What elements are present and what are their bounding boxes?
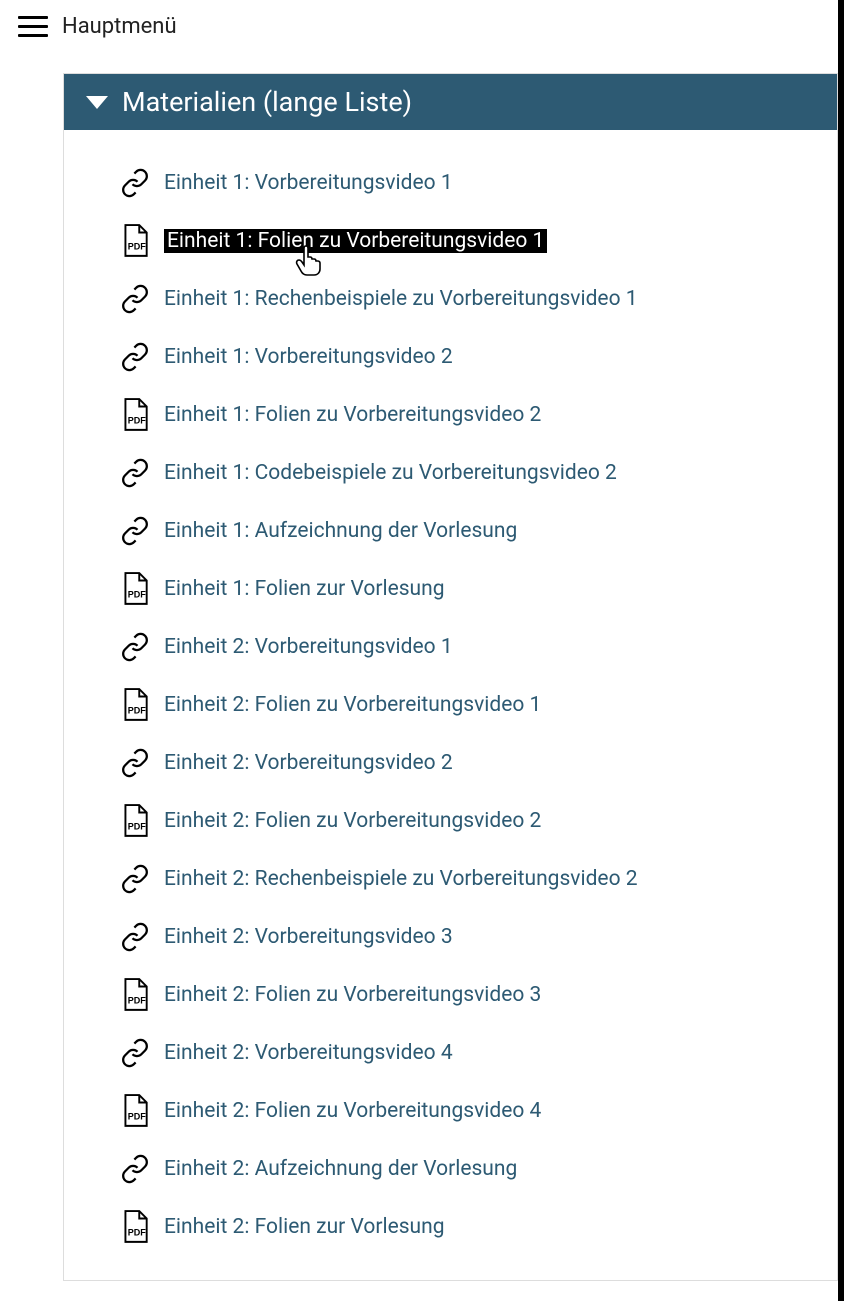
svg-text:PDF: PDF (128, 242, 147, 252)
pdf-icon: PDF (120, 400, 150, 430)
list-item[interactable]: Einheit 2: Vorbereitungsvideo 4 (120, 1024, 817, 1082)
list-item-label[interactable]: Einheit 2: Vorbereitungsvideo 4 (164, 1041, 453, 1065)
link-icon (120, 458, 150, 488)
svg-text:PDF: PDF (128, 996, 147, 1006)
svg-text:PDF: PDF (128, 416, 147, 426)
list-item[interactable]: Einheit 2: Vorbereitungsvideo 3 (120, 908, 817, 966)
list-item[interactable]: PDF Einheit 2: Folien zu Vorbereitungsvid… (120, 792, 817, 850)
link-icon (120, 632, 150, 662)
link-icon (120, 1154, 150, 1184)
chevron-down-icon (86, 96, 108, 109)
link-icon (120, 864, 150, 894)
list-item[interactable]: PDF Einheit 1: Folien zu Vorbereitungsvid… (120, 386, 817, 444)
topbar-title: Hauptmenü (62, 14, 177, 39)
link-icon (120, 748, 150, 778)
list-item-label[interactable]: Einheit 2: Folien zur Vorlesung (164, 1215, 445, 1239)
topbar: Hauptmenü (0, 0, 838, 53)
list-item-label[interactable]: Einheit 2: Vorbereitungsvideo 3 (164, 925, 453, 949)
link-icon (120, 1038, 150, 1068)
svg-text:PDF: PDF (128, 1228, 147, 1238)
link-icon (120, 342, 150, 372)
svg-text:PDF: PDF (128, 706, 147, 716)
pdf-icon: PDF (120, 574, 150, 604)
list-item-label[interactable]: Einheit 1: Vorbereitungsvideo 1 (164, 171, 453, 195)
list-item[interactable]: PDF Einheit 2: Folien zu Vorbereitungsvid… (120, 966, 817, 1024)
list-item-label[interactable]: Einheit 2: Vorbereitungsvideo 1 (164, 635, 453, 659)
materials-panel: Materialien (lange Liste) Einheit 1: Vor… (63, 73, 838, 1281)
list-item-label[interactable]: Einheit 1: Aufzeichnung der Vorlesung (164, 519, 517, 543)
list-item[interactable]: Einheit 1: Aufzeichnung der Vorlesung (120, 502, 817, 560)
list-item[interactable]: PDF Einheit 2: Folien zu Vorbereitungsvid… (120, 1082, 817, 1140)
list-item[interactable]: Einheit 2: Aufzeichnung der Vorlesung (120, 1140, 817, 1198)
hamburger-icon[interactable] (18, 15, 48, 39)
svg-text:PDF: PDF (128, 590, 147, 600)
svg-text:PDF: PDF (128, 822, 147, 832)
list-item-label[interactable]: Einheit 2: Folien zu Vorbereitungsvideo … (164, 693, 541, 717)
list-item-label[interactable]: Einheit 1: Folien zu Vorbereitungsvideo … (164, 229, 547, 253)
pdf-icon: PDF (120, 690, 150, 720)
list-item[interactable]: PDF Einheit 2: Folien zur Vorlesung (120, 1198, 817, 1256)
link-icon (120, 284, 150, 314)
list-item[interactable]: PDF Einheit 1: Folien zur Vorlesung (120, 560, 817, 618)
list-item[interactable]: Einheit 1: Rechenbeispiele zu Vorbereitu… (120, 270, 817, 328)
list-item-label[interactable]: Einheit 2: Folien zu Vorbereitungsvideo … (164, 983, 541, 1007)
list-item[interactable]: Einheit 2: Vorbereitungsvideo 1 (120, 618, 817, 676)
list-item[interactable]: PDF Einheit 2: Folien zu Vorbereitungsvid… (120, 676, 817, 734)
list-item-label[interactable]: Einheit 2: Rechenbeispiele zu Vorbereitu… (164, 867, 638, 891)
list-item[interactable]: Einheit 2: Rechenbeispiele zu Vorbereitu… (120, 850, 817, 908)
list-item-label[interactable]: Einheit 1: Codebeispiele zu Vorbereitung… (164, 461, 617, 485)
link-icon (120, 168, 150, 198)
pdf-icon: PDF (120, 980, 150, 1010)
list-item-label[interactable]: Einheit 2: Folien zu Vorbereitungsvideo … (164, 1099, 541, 1123)
link-icon (120, 516, 150, 546)
list-item[interactable]: PDF Einheit 1: Folien zu Vorbereitungsvid… (120, 212, 817, 270)
pdf-icon: PDF (120, 1212, 150, 1242)
pdf-icon: PDF (120, 1096, 150, 1126)
list-item[interactable]: Einheit 1: Codebeispiele zu Vorbereitung… (120, 444, 817, 502)
panel-header[interactable]: Materialien (lange Liste) (64, 74, 837, 130)
list-item-label[interactable]: Einheit 2: Vorbereitungsvideo 2 (164, 751, 453, 775)
list-item-label[interactable]: Einheit 1: Vorbereitungsvideo 2 (164, 345, 453, 369)
list-item-label[interactable]: Einheit 1: Rechenbeispiele zu Vorbereitu… (164, 287, 638, 311)
list-item-label[interactable]: Einheit 2: Folien zu Vorbereitungsvideo … (164, 809, 541, 833)
list-item-label[interactable]: Einheit 1: Folien zur Vorlesung (164, 577, 445, 601)
item-list: Einheit 1: Vorbereitungsvideo 1 PDF Einhei… (64, 130, 837, 1280)
link-icon (120, 922, 150, 952)
svg-text:PDF: PDF (128, 1112, 147, 1122)
list-item-label[interactable]: Einheit 1: Folien zu Vorbereitungsvideo … (164, 403, 541, 427)
pdf-icon: PDF (120, 806, 150, 836)
list-item[interactable]: Einheit 1: Vorbereitungsvideo 1 (120, 154, 817, 212)
panel-title: Materialien (lange Liste) (122, 86, 412, 118)
list-item[interactable]: Einheit 2: Vorbereitungsvideo 2 (120, 734, 817, 792)
pdf-icon: PDF (120, 226, 150, 256)
list-item-label[interactable]: Einheit 2: Aufzeichnung der Vorlesung (164, 1157, 517, 1181)
list-item[interactable]: Einheit 1: Vorbereitungsvideo 2 (120, 328, 817, 386)
